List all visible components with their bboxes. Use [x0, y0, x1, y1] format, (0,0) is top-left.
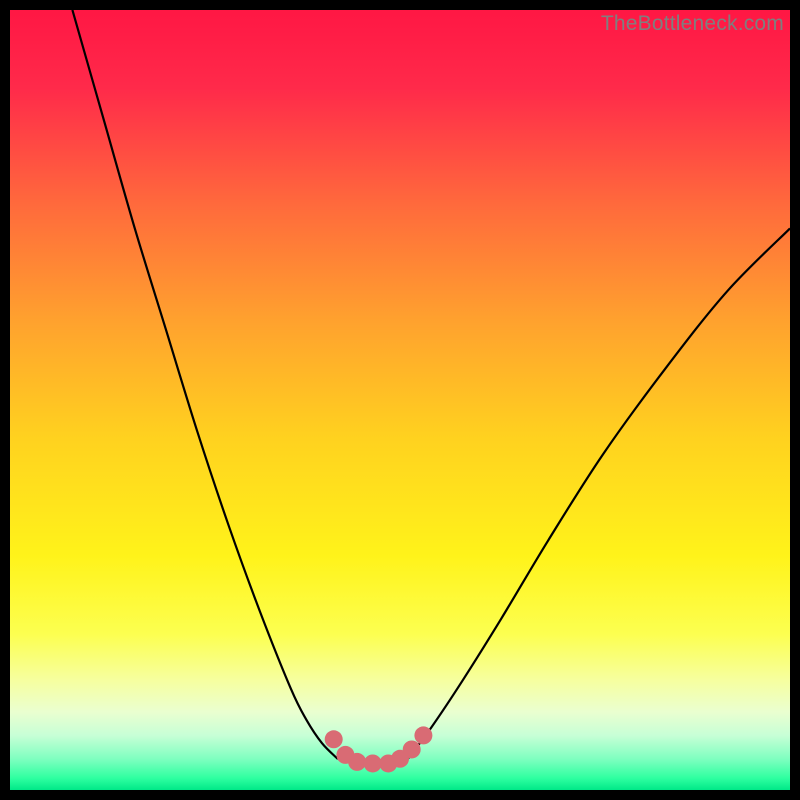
highlight-dot	[348, 753, 366, 771]
gradient-background	[10, 10, 790, 790]
watermark-text: TheBottleneck.com	[601, 12, 784, 36]
bottleneck-chart	[10, 10, 790, 790]
chart-frame: TheBottleneck.com	[10, 10, 790, 790]
highlight-dot	[364, 754, 382, 772]
highlight-dot	[325, 730, 343, 748]
highlight-dot	[414, 726, 432, 744]
highlight-dot	[403, 740, 421, 758]
